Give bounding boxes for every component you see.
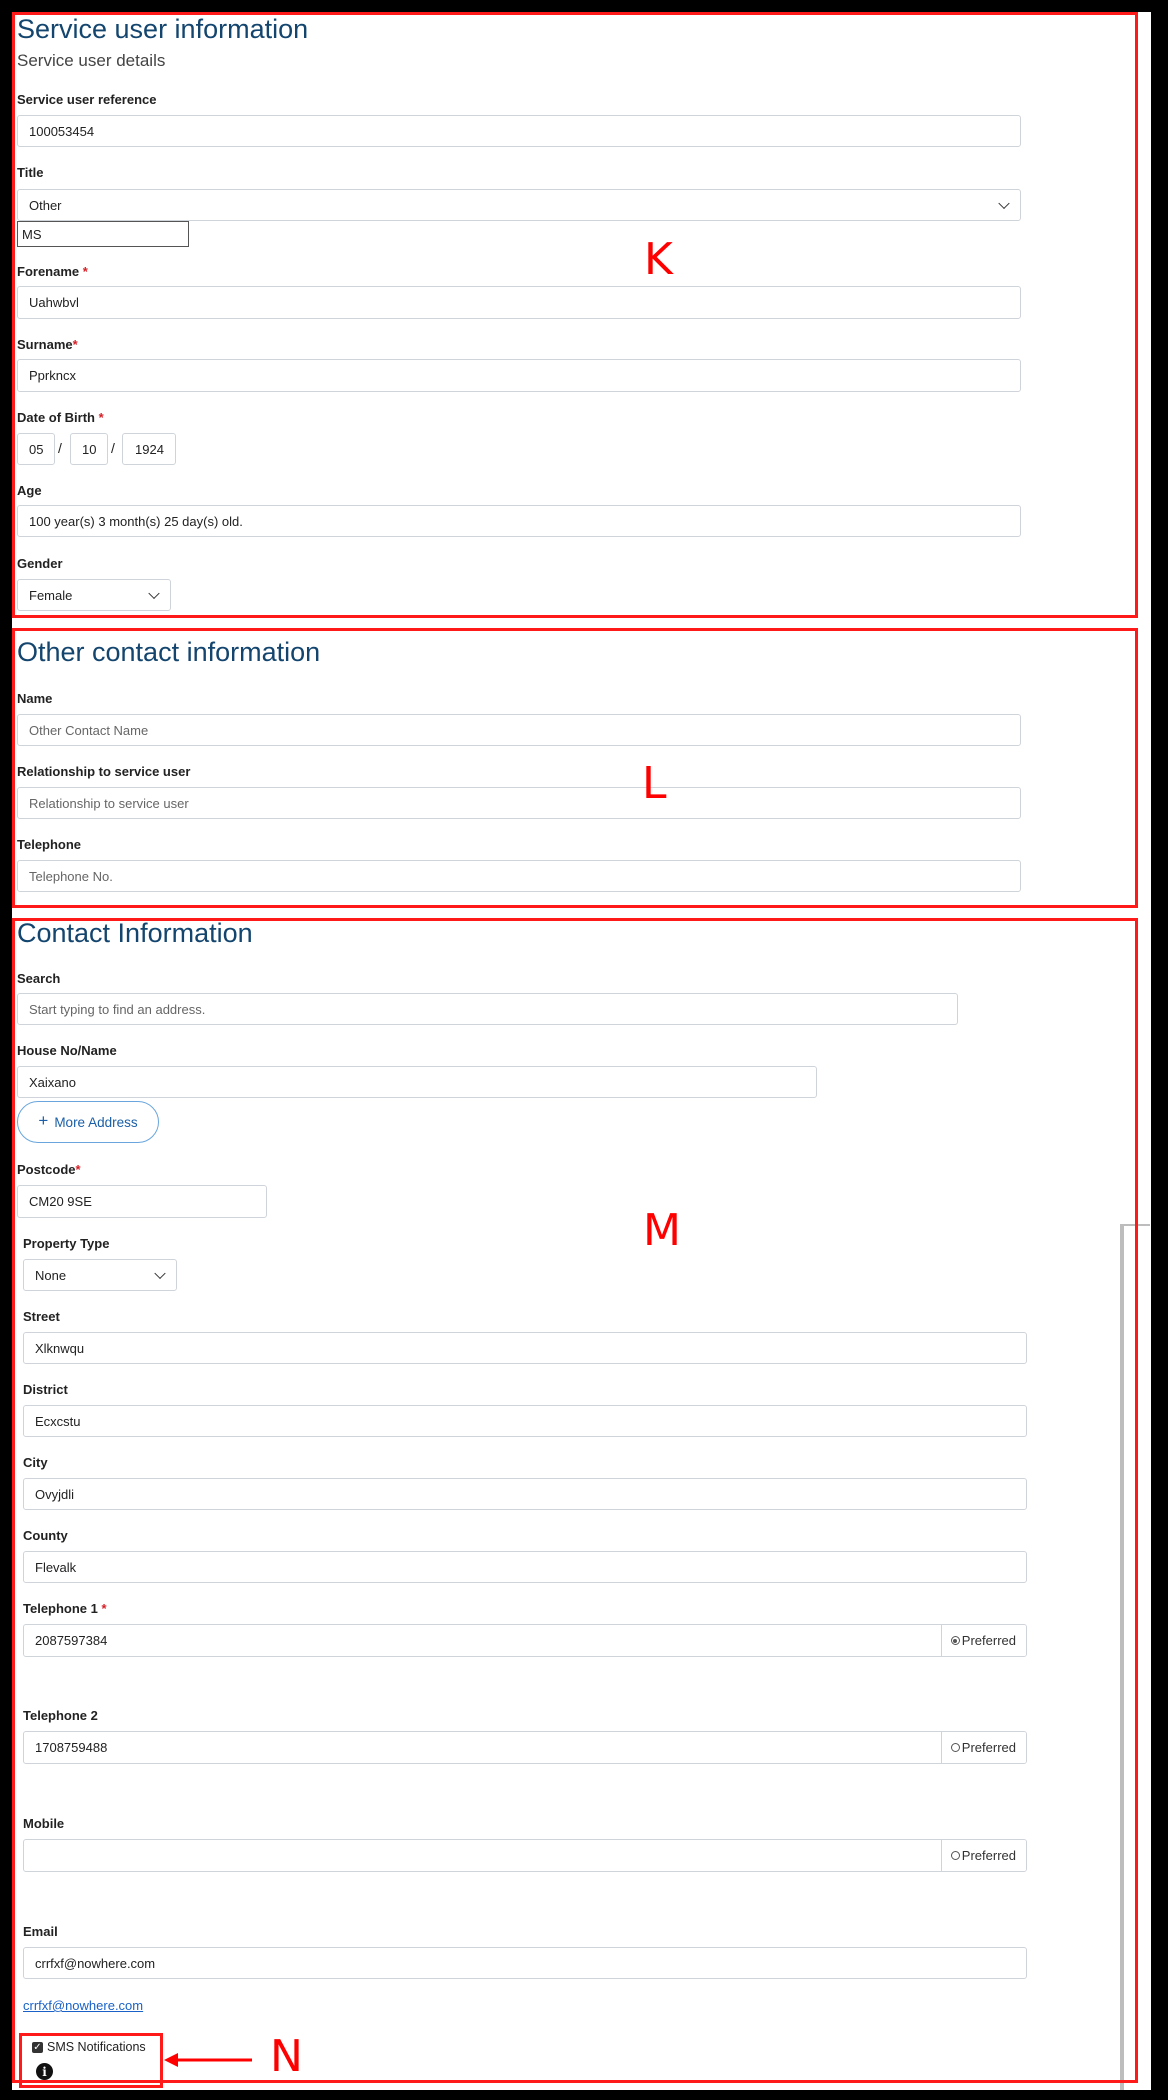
dob-label: Date of Birth *: [17, 410, 104, 425]
other-telephone-input[interactable]: Telephone No.: [17, 860, 1021, 892]
other-name-label: Name: [17, 691, 53, 706]
annotation-label-n: N: [270, 2031, 303, 2082]
info-icon[interactable]: i: [36, 2063, 53, 2080]
reference-label: Service user reference: [17, 92, 157, 107]
district-label: District: [23, 1382, 68, 1397]
surname-label: Surname*: [17, 337, 78, 352]
frame-left-edge: [0, 0, 12, 2100]
sms-notifications-checkbox[interactable]: ✓ SMS Notifications: [32, 2040, 146, 2054]
property-type-label: Property Type: [23, 1236, 110, 1251]
dob-year-input[interactable]: 1924: [122, 433, 176, 465]
frame-bottom-edge: [0, 2090, 1168, 2100]
dob-separator: /: [58, 440, 62, 456]
checkbox-checked-icon: ✓: [32, 2041, 43, 2053]
radio-unselected-icon: [950, 1743, 960, 1752]
telephone2-input[interactable]: 1708759488 Preferred: [23, 1731, 1027, 1764]
chevron-down-icon: [148, 587, 160, 600]
email-label: Email: [23, 1924, 58, 1939]
age-label: Age: [17, 483, 42, 498]
service-user-heading: Service user information: [17, 14, 309, 44]
postcode-label: Postcode*: [17, 1162, 81, 1177]
district-input[interactable]: Ecxcstu: [23, 1405, 1027, 1437]
title-select[interactable]: Other: [17, 189, 1021, 221]
surname-input[interactable]: Pprkncx: [17, 359, 1021, 392]
forename-label: Forename *: [17, 264, 88, 279]
other-name-input[interactable]: Other Contact Name: [17, 714, 1021, 746]
title-label: Title: [17, 165, 44, 180]
title-other-input[interactable]: MS: [17, 221, 189, 247]
annotation-label-m: M: [643, 1205, 681, 1256]
annotation-label-l: L: [642, 758, 667, 809]
frame-right-edge: [1151, 0, 1168, 2100]
chevron-down-icon: [998, 197, 1010, 210]
radio-unselected-icon: [950, 1851, 960, 1860]
chevron-down-icon: [154, 1267, 166, 1280]
contact-info-heading: Contact Information: [17, 918, 253, 948]
gender-select[interactable]: Female: [17, 579, 171, 611]
radio-selected-icon: [950, 1636, 960, 1645]
service-user-subheading: Service user details: [17, 51, 166, 70]
dob-day-input[interactable]: 05: [17, 433, 55, 465]
gender-label: Gender: [17, 556, 63, 571]
dob-separator: /: [111, 440, 115, 456]
telephone1-label: Telephone 1 *: [23, 1601, 107, 1616]
property-type-select[interactable]: None: [23, 1259, 177, 1291]
street-input[interactable]: Xlknwqu: [23, 1332, 1027, 1364]
mobile-input[interactable]: Preferred: [23, 1839, 1027, 1872]
other-contact-heading: Other contact information: [17, 637, 321, 667]
dob-month-input[interactable]: 10: [70, 433, 108, 465]
address-search-input[interactable]: Start typing to find an address.: [17, 993, 958, 1025]
house-input[interactable]: Xaixano: [17, 1066, 817, 1098]
more-address-label: More Address: [54, 1114, 138, 1130]
forename-input[interactable]: Uahwbvl: [17, 286, 1021, 319]
telephone2-label: Telephone 2: [23, 1708, 98, 1723]
county-label: County: [23, 1528, 68, 1543]
more-address-button[interactable]: + More Address: [17, 1101, 159, 1143]
annotation-arrow-n: [164, 2052, 254, 2068]
city-input[interactable]: Ovyjdli: [23, 1478, 1027, 1510]
telephone1-preferred-radio[interactable]: Preferred: [940, 1625, 1026, 1656]
search-label: Search: [17, 971, 61, 986]
age-field: 100 year(s) 3 month(s) 25 day(s) old.: [17, 505, 1021, 537]
postcode-input[interactable]: CM20 9SE: [17, 1185, 267, 1218]
mobile-preferred-radio[interactable]: Preferred: [940, 1840, 1026, 1871]
county-input[interactable]: Flevalk: [23, 1551, 1027, 1583]
relationship-label: Relationship to service user: [17, 764, 191, 779]
relationship-input[interactable]: Relationship to service user: [17, 787, 1021, 819]
sms-notifications-label: SMS Notifications: [47, 2040, 146, 2054]
street-label: Street: [23, 1309, 60, 1324]
city-label: City: [23, 1455, 48, 1470]
house-label: House No/Name: [17, 1043, 117, 1058]
telephone1-input[interactable]: 2087597384 Preferred: [23, 1624, 1027, 1657]
reference-field: 100053454: [17, 115, 1021, 147]
mobile-label: Mobile: [23, 1816, 65, 1831]
annotation-label-k: K: [644, 234, 673, 285]
telephone2-preferred-radio[interactable]: Preferred: [940, 1732, 1026, 1763]
email-link[interactable]: crrfxf@nowhere.com: [23, 1998, 143, 2013]
email-input[interactable]: crrfxf@nowhere.com: [23, 1947, 1027, 1979]
other-telephone-label: Telephone: [17, 837, 82, 852]
frame-top-edge: [0, 0, 1168, 12]
plus-icon: +: [38, 1110, 49, 1130]
